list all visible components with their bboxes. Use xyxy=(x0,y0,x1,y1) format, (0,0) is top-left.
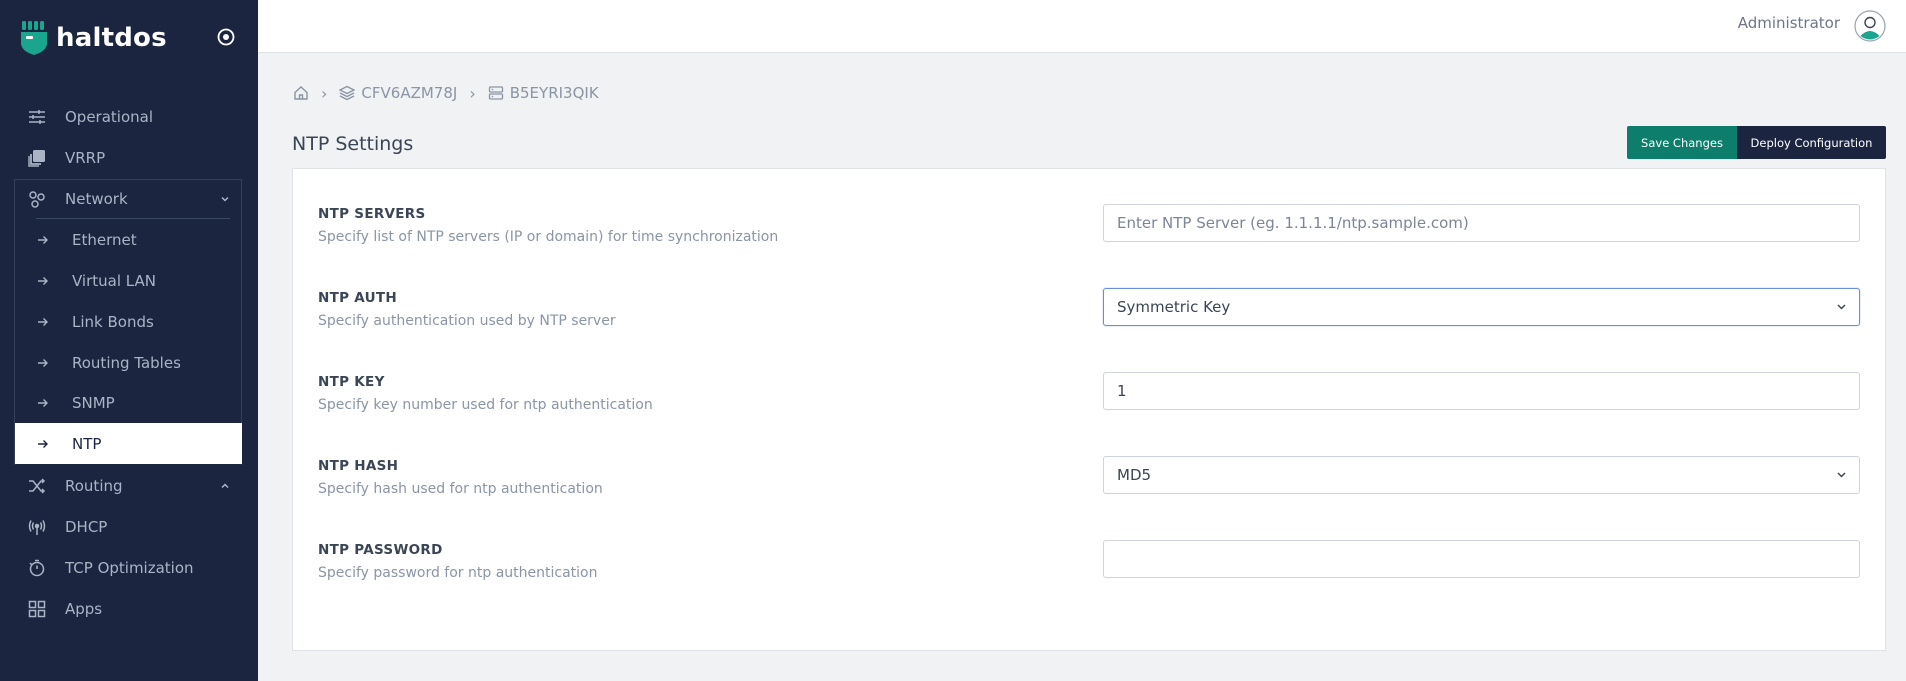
arrow-right-icon xyxy=(38,398,48,407)
chevron-down-icon xyxy=(1837,304,1846,310)
page-title: NTP Settings xyxy=(292,133,414,155)
sidebar-subitem-label: NTP xyxy=(72,434,102,453)
breadcrumb-separator: › xyxy=(469,83,476,103)
ntp-key-input[interactable]: 1 xyxy=(1103,372,1860,410)
arrow-right-icon xyxy=(38,439,48,448)
home-icon[interactable] xyxy=(293,85,309,101)
sidebar-item-label: Operational xyxy=(65,107,154,126)
sidebar-item-label: DHCP xyxy=(65,517,108,536)
sidebar-item-apps[interactable]: Apps xyxy=(0,588,258,629)
breadcrumb-item-node[interactable]: B5EYRI3QIK xyxy=(510,84,599,102)
sidebar-item-label: Apps xyxy=(65,599,103,618)
ntp-servers-description: Specify list of NTP servers (IP or domai… xyxy=(318,229,779,245)
antenna-icon xyxy=(28,519,46,535)
ntp-servers-label: NTP SERVERS xyxy=(318,206,426,222)
server-icon xyxy=(488,86,503,100)
arrow-right-icon xyxy=(38,358,48,367)
ntp-key-description: Specify key number used for ntp authenti… xyxy=(318,397,653,413)
chevron-up-icon xyxy=(221,482,229,488)
sidebar-item-tcp-optimization[interactable]: TCP Optimization xyxy=(0,547,258,588)
deploy-configuration-button[interactable]: Deploy Configuration xyxy=(1737,126,1886,159)
ntp-hash-description: Specify hash used for ntp authentication xyxy=(318,481,603,497)
brand-name: haltdos xyxy=(56,23,167,53)
user-name[interactable]: Administrator xyxy=(1738,14,1840,32)
ntp-hash-select[interactable]: MD5 xyxy=(1103,456,1860,494)
sidebar-subitem-virtual-lan[interactable]: Virtual LAN xyxy=(15,260,242,301)
sidebar-item-routing[interactable]: Routing xyxy=(0,465,258,506)
ntp-auth-label: NTP AUTH xyxy=(318,290,398,306)
save-changes-button[interactable]: Save Changes xyxy=(1627,126,1737,159)
sidebar-subitem-snmp[interactable]: SNMP xyxy=(15,382,242,423)
ntp-password-description: Specify password for ntp authentication xyxy=(318,565,598,581)
grid-icon xyxy=(28,600,46,617)
sliders-icon xyxy=(29,109,45,124)
ntp-auth-select[interactable]: Symmetric Key xyxy=(1103,288,1860,326)
ntp-auth-description: Specify authentication used by NTP serve… xyxy=(318,313,616,329)
ntp-hash-value: MD5 xyxy=(1117,466,1152,484)
sidebar-subitem-link-bonds[interactable]: Link Bonds xyxy=(15,301,242,342)
breadcrumb-separator: › xyxy=(321,83,328,103)
sidebar-item-label: TCP Optimization xyxy=(65,558,194,577)
sidebar-item-operational[interactable]: Operational xyxy=(0,96,258,137)
sidebar-item-dhcp[interactable]: DHCP xyxy=(0,506,258,547)
sidebar-item-label: Network xyxy=(65,189,128,208)
ntp-password-input[interactable] xyxy=(1103,540,1860,578)
sidebar-subitem-ethernet[interactable]: Ethernet xyxy=(15,219,242,260)
sidebar-subitem-routing-tables[interactable]: Routing Tables xyxy=(15,342,242,383)
stopwatch-icon xyxy=(29,559,45,576)
avatar-icon[interactable] xyxy=(1854,10,1886,42)
ntp-password-label: NTP PASSWORD xyxy=(318,542,443,558)
sidebar-subitem-label: SNMP xyxy=(72,393,115,412)
sidebar-subitem-label: Ethernet xyxy=(72,230,137,249)
ntp-auth-value: Symmetric Key xyxy=(1117,298,1231,316)
arrow-right-icon xyxy=(38,276,48,285)
haltdos-logo-icon xyxy=(21,21,47,55)
sidebar: haltdos Operational VRRP Network Etherne… xyxy=(0,0,258,681)
breadcrumb-item-cluster[interactable]: CFV6AZM78J xyxy=(361,84,457,102)
sidebar-subitem-ntp[interactable]: NTP xyxy=(15,423,242,464)
sidebar-item-network[interactable]: Network xyxy=(0,178,258,219)
top-bar: Administrator xyxy=(258,0,1906,53)
brand-logo[interactable]: haltdos xyxy=(20,20,167,56)
sidebar-subitem-label: Link Bonds xyxy=(72,312,154,331)
sidebar-subitem-label: Virtual LAN xyxy=(72,271,156,290)
copy-icon xyxy=(28,149,45,167)
chevron-down-icon xyxy=(221,196,229,202)
ntp-key-label: NTP KEY xyxy=(318,374,385,390)
layers-icon xyxy=(339,85,356,101)
sidebar-toggle-icon[interactable] xyxy=(215,26,237,48)
chevron-down-icon xyxy=(1837,472,1846,478)
ntp-servers-input[interactable]: Enter NTP Server (eg. 1.1.1.1/ntp.sample… xyxy=(1103,204,1860,242)
breadcrumb: › CFV6AZM78J › B5EYRI3QIK xyxy=(293,83,599,103)
network-icon xyxy=(29,190,45,208)
sidebar-item-label: VRRP xyxy=(65,148,106,167)
arrow-right-icon xyxy=(38,235,48,244)
ntp-hash-label: NTP HASH xyxy=(318,458,399,474)
sidebar-item-label: Routing xyxy=(65,476,123,495)
sidebar-item-vrrp[interactable]: VRRP xyxy=(0,137,258,178)
shuffle-icon xyxy=(29,477,46,494)
arrow-right-icon xyxy=(38,317,48,326)
sidebar-subitem-label: Routing Tables xyxy=(72,353,181,372)
